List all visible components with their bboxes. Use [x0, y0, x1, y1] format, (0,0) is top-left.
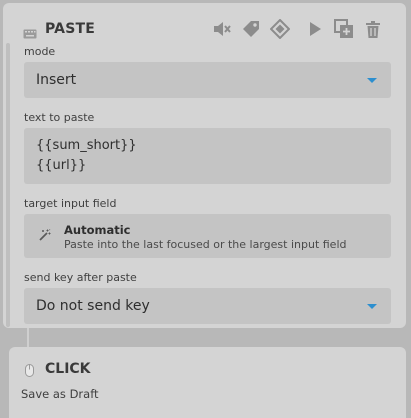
magic-wand-icon	[37, 228, 51, 247]
click-step-title: CLICK	[45, 361, 91, 377]
mode-label: mode	[24, 45, 56, 58]
diamond-icon[interactable]	[268, 17, 291, 41]
trash-icon[interactable]	[361, 17, 384, 41]
click-step-card[interactable]: CLICK Save as Draft	[9, 347, 406, 418]
target-input-description: Paste into the last focused or the large…	[64, 238, 347, 251]
keyboard-icon	[23, 24, 37, 39]
text-line: {{url}}	[36, 158, 87, 173]
step-rail	[6, 43, 10, 327]
send-key-select[interactable]: Do not send key	[24, 288, 391, 324]
mute-icon[interactable]	[210, 17, 233, 41]
play-icon[interactable]	[303, 17, 326, 41]
text-line: {{sum_short}}	[36, 138, 137, 153]
step-toolbar	[204, 17, 384, 41]
chevron-down-icon	[367, 304, 377, 309]
step-connector	[27, 328, 29, 347]
text-to-paste-input[interactable]: {{sum_short}} {{url}}	[24, 128, 391, 184]
target-input-title: Automatic	[64, 223, 131, 237]
duplicate-icon[interactable]	[332, 17, 355, 41]
mode-select[interactable]: Insert	[24, 62, 391, 98]
chevron-down-icon	[367, 78, 377, 83]
mode-value: Insert	[36, 72, 77, 88]
tag-icon[interactable]	[239, 17, 262, 41]
text-to-paste-label: text to paste	[24, 111, 95, 124]
target-input-label: target input field	[24, 197, 117, 210]
click-step-subtitle: Save as Draft	[21, 387, 99, 401]
paste-step-header: PASTE	[23, 16, 95, 42]
mouse-icon	[25, 362, 34, 381]
paste-step-title: PASTE	[45, 21, 96, 37]
send-key-label: send key after paste	[24, 271, 137, 284]
send-key-value: Do not send key	[36, 298, 150, 314]
target-input-selector[interactable]: Automatic Paste into the last focused or…	[24, 214, 391, 258]
paste-step-card[interactable]: PASTE mode Insert text to paste {{sum_sh…	[3, 3, 406, 328]
